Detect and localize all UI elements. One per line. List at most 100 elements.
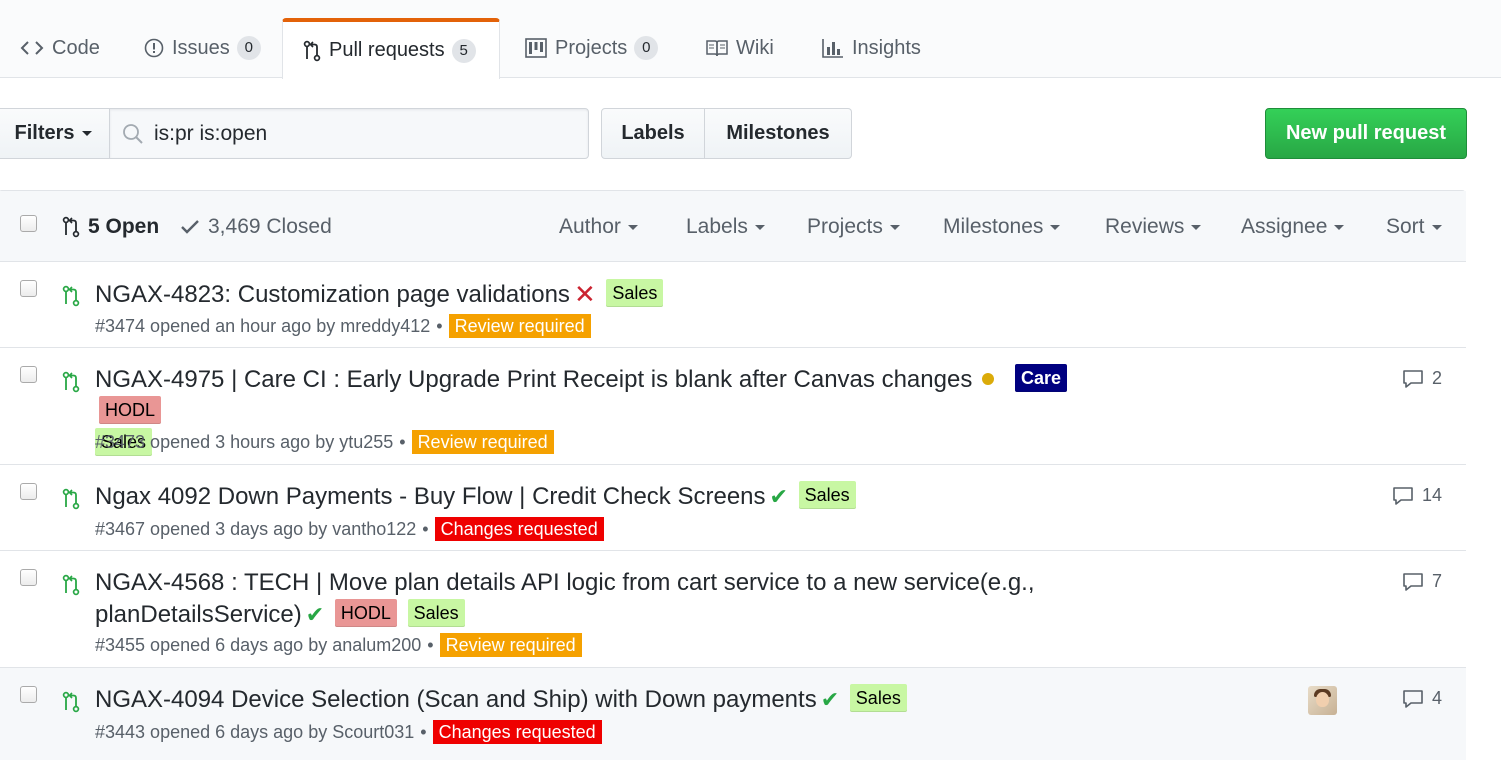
list-header: 5 Open 3,469 Closed Author Labels Projec…	[0, 191, 1466, 262]
table-row: NGAX-4975 | Care CI : Early Upgrade Prin…	[0, 348, 1466, 465]
search-field	[109, 108, 589, 159]
pr-title-link[interactable]: NGAX-4823: Customization page validation…	[95, 281, 570, 308]
pr-meta: #3443 opened 6 days ago by Scourt031 • C…	[95, 720, 602, 744]
comments-link[interactable]: 2	[1402, 368, 1442, 389]
assignee-menu-label: Assignee	[1241, 215, 1328, 238]
comments-count: 14	[1421, 485, 1442, 505]
author-menu[interactable]: Author	[559, 215, 638, 239]
sort-menu-label: Sort	[1386, 215, 1425, 238]
status-success-icon[interactable]: ✔	[821, 687, 839, 712]
git-pull-request-open-icon	[62, 574, 80, 596]
reviews-menu[interactable]: Reviews	[1105, 215, 1202, 239]
pr-meta-text: #3455 opened 6 days ago by analum200	[95, 634, 422, 655]
row-checkbox[interactable]	[20, 686, 37, 703]
pr-meta: #3467 opened 3 days ago by vantho122 • C…	[95, 517, 604, 541]
pull-request-list: 5 Open 3,469 Closed Author Labels Projec…	[0, 190, 1466, 760]
row-checkbox[interactable]	[20, 280, 37, 297]
row-checkbox[interactable]	[20, 483, 37, 500]
comments-link[interactable]: 7	[1402, 571, 1442, 592]
repo-tabnav: Code Issues 0 Pull requests 5 Projects 0…	[0, 0, 1501, 79]
comments-count: 7	[1431, 571, 1442, 591]
pr-title-link[interactable]: NGAX-4568 : TECH | Move plan details API…	[95, 569, 1035, 628]
milestones-menu[interactable]: Milestones	[943, 215, 1061, 239]
label-hodl[interactable]: HODL	[334, 599, 397, 627]
label-sales[interactable]: Sales	[798, 481, 856, 509]
chevron-down-icon	[1334, 224, 1345, 230]
row-checkbox[interactable]	[20, 569, 37, 586]
status-success-icon[interactable]: ✔	[770, 484, 788, 509]
status-failure-icon[interactable]: ✕	[574, 279, 596, 309]
pr-meta: #3473 opened 3 hours ago by ytu255 • Rev…	[95, 430, 554, 454]
comments-link[interactable]: 14	[1392, 485, 1442, 506]
pr-meta-text: #3473 opened 3 hours ago by ytu255	[95, 431, 394, 452]
projects-menu[interactable]: Projects	[807, 215, 900, 239]
review-status-badge[interactable]: Changes requested	[432, 720, 602, 744]
search-icon	[122, 123, 144, 145]
label-sales[interactable]: Sales	[606, 279, 664, 307]
chevron-down-icon	[889, 224, 900, 230]
chevron-down-icon	[754, 224, 765, 230]
tab-projects-label: Projects	[555, 36, 628, 59]
chevron-down-icon	[1050, 224, 1061, 230]
label-hodl[interactable]: HODL	[99, 396, 162, 424]
pr-meta: #3474 opened an hour ago by mreddy412 • …	[95, 314, 591, 338]
tab-insights[interactable]: Insights	[802, 18, 941, 78]
pr-title-link[interactable]: Ngax 4092 Down Payments - Buy Flow | Cre…	[95, 483, 766, 510]
row-checkbox[interactable]	[20, 366, 37, 383]
pr-title-line: NGAX-4568 : TECH | Move plan details API…	[95, 567, 1075, 631]
reviews-menu-label: Reviews	[1105, 215, 1185, 238]
label-sales[interactable]: Sales	[407, 599, 465, 627]
separator-dot: •	[420, 721, 427, 742]
tab-pull-requests[interactable]: Pull requests 5	[282, 18, 500, 79]
comment-icon	[1402, 369, 1424, 389]
author-menu-label: Author	[559, 215, 621, 238]
pr-meta: #3455 opened 6 days ago by analum200 • R…	[95, 633, 582, 657]
pr-title-line: NGAX-4823: Customization page validation…	[95, 278, 1125, 311]
milestones-menu-label: Milestones	[943, 215, 1044, 238]
status-success-icon[interactable]: ✔	[306, 602, 324, 627]
comment-icon	[1402, 689, 1424, 709]
closed-filter-link[interactable]: 3,469 Closed	[180, 215, 332, 239]
review-status-badge[interactable]: Review required	[411, 430, 554, 454]
sort-menu[interactable]: Sort	[1386, 215, 1442, 239]
closed-count-label: 3,469 Closed	[208, 215, 332, 238]
pull-requests-counter: 5	[451, 38, 476, 63]
search-input[interactable]	[154, 121, 554, 146]
label-care[interactable]: Care	[1014, 364, 1068, 392]
pr-meta-text: #3443 opened 6 days ago by Scourt031	[95, 721, 415, 742]
review-status-badge[interactable]: Changes requested	[434, 517, 604, 541]
tab-issues[interactable]: Issues 0	[124, 18, 281, 78]
select-all-checkbox[interactable]	[20, 215, 37, 232]
separator-dot: •	[399, 431, 406, 452]
review-status-badge[interactable]: Review required	[448, 314, 591, 338]
git-pull-request-open-icon	[62, 285, 80, 307]
tab-wiki[interactable]: Wiki	[686, 18, 794, 78]
label-sales[interactable]: Sales	[849, 684, 907, 712]
labels-menu[interactable]: Labels	[686, 215, 765, 239]
status-pending-icon[interactable]	[982, 372, 995, 385]
projects-counter: 0	[634, 36, 659, 60]
table-row: NGAX-4823: Customization page validation…	[0, 262, 1466, 348]
tab-projects[interactable]: Projects 0	[505, 18, 678, 78]
open-count-label: 5 Open	[88, 215, 160, 238]
open-filter-link[interactable]: 5 Open	[62, 215, 159, 239]
filters-button[interactable]: Filters	[0, 108, 110, 159]
labels-button[interactable]: Labels	[601, 108, 705, 159]
pr-title-link[interactable]: NGAX-4094 Device Selection (Scan and Shi…	[95, 686, 817, 713]
comments-link[interactable]: 4	[1402, 688, 1442, 709]
pr-title-link[interactable]: NGAX-4975 | Care CI : Early Upgrade Prin…	[95, 366, 972, 393]
milestones-button[interactable]: Milestones	[705, 108, 852, 159]
chevron-down-icon	[627, 224, 638, 230]
git-pull-request-open-icon	[62, 371, 80, 393]
assignee-avatar[interactable]	[1308, 686, 1337, 715]
git-pull-request-open-icon	[62, 691, 80, 713]
review-status-badge[interactable]: Review required	[439, 633, 582, 657]
git-pull-request-icon	[303, 40, 321, 62]
assignee-menu[interactable]: Assignee	[1241, 215, 1345, 239]
new-pull-request-button[interactable]: New pull request	[1265, 108, 1467, 159]
labels-milestones-group: Labels Milestones	[601, 108, 852, 159]
tab-code[interactable]: Code	[0, 18, 120, 78]
issues-counter: 0	[236, 36, 261, 60]
tab-pull-requests-label: Pull requests	[329, 39, 445, 61]
check-icon	[180, 219, 200, 235]
